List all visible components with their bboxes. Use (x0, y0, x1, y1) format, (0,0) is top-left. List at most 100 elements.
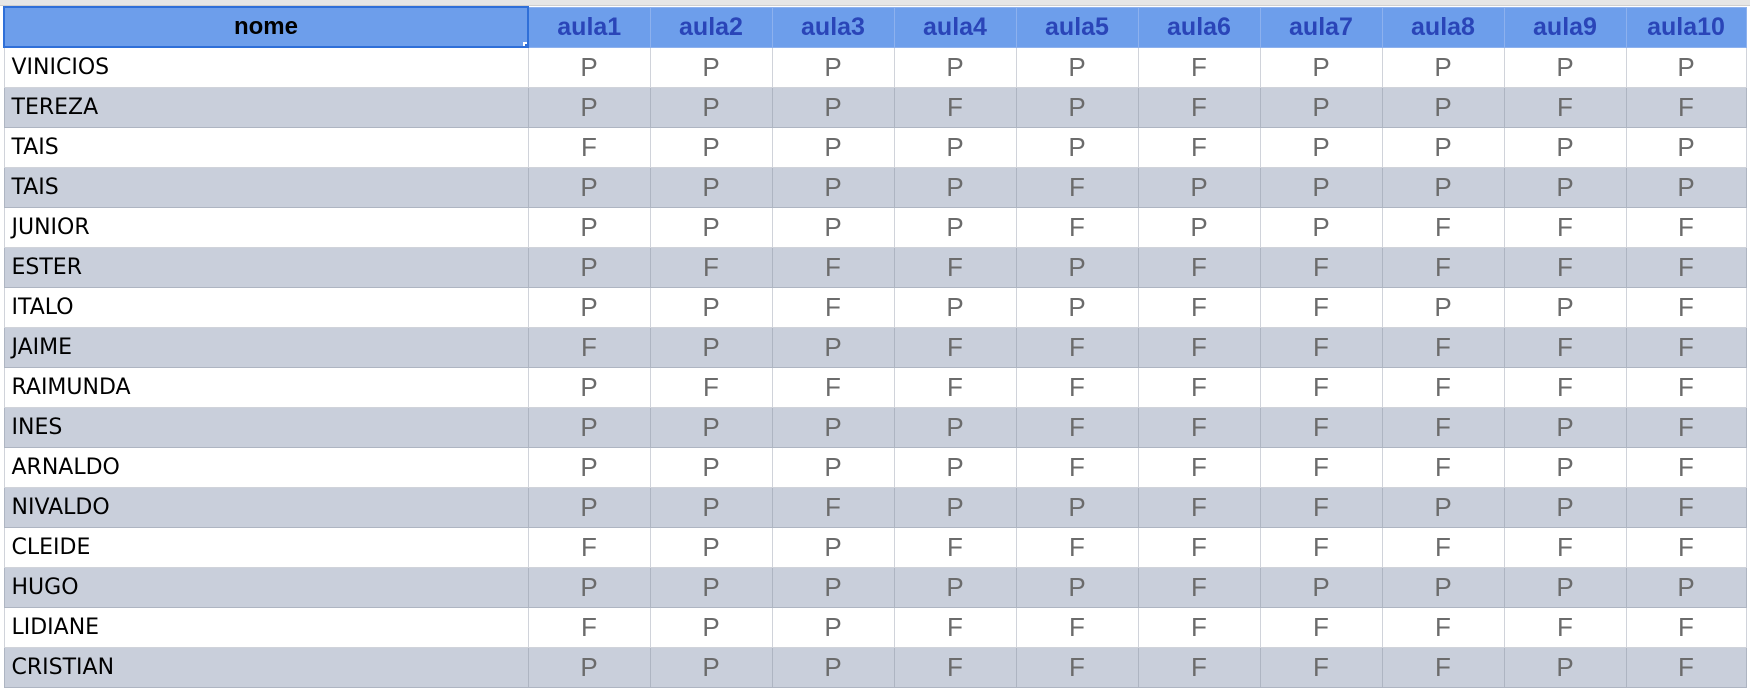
cell-attendance-aula5[interactable]: F (1015, 206, 1139, 248)
cell-attendance-aula8[interactable]: F (1381, 326, 1505, 368)
cell-attendance-aula9[interactable]: P (1503, 46, 1627, 88)
header-cell-aula6[interactable]: aula6 (1137, 6, 1261, 48)
cell-attendance-aula7[interactable]: F (1259, 646, 1383, 688)
cell-attendance-aula3[interactable]: P (771, 446, 895, 488)
cell-attendance-aula8[interactable]: F (1381, 526, 1505, 568)
cell-attendance-aula3[interactable]: P (771, 86, 895, 128)
cell-attendance-aula6[interactable]: F (1137, 646, 1261, 688)
cell-attendance-aula1[interactable]: P (527, 406, 651, 448)
cell-attendance-aula9[interactable]: F (1503, 326, 1627, 368)
cell-attendance-aula10[interactable]: F (1625, 526, 1747, 568)
cell-attendance-aula2[interactable]: P (649, 486, 773, 528)
cell-attendance-aula8[interactable]: P (1381, 46, 1505, 88)
cell-attendance-aula6[interactable]: F (1137, 286, 1261, 328)
header-cell-aula5[interactable]: aula5 (1015, 6, 1139, 48)
cell-attendance-aula4[interactable]: P (893, 126, 1017, 168)
cell-attendance-aula10[interactable]: F (1625, 206, 1747, 248)
cell-attendance-aula9[interactable]: F (1503, 246, 1627, 288)
cell-attendance-aula2[interactable]: P (649, 46, 773, 88)
header-cell-aula3[interactable]: aula3 (771, 6, 895, 48)
fill-handle[interactable] (523, 42, 526, 45)
cell-attendance-aula3[interactable]: P (771, 206, 895, 248)
cell-attendance-aula5[interactable]: P (1015, 486, 1139, 528)
cell-attendance-aula3[interactable]: P (771, 326, 895, 368)
cell-attendance-aula4[interactable]: F (893, 646, 1017, 688)
cell-name[interactable]: CRISTIAN (3, 646, 529, 688)
cell-attendance-aula1[interactable]: P (527, 286, 651, 328)
cell-name[interactable]: TAIS (3, 166, 529, 208)
cell-attendance-aula6[interactable]: F (1137, 366, 1261, 408)
cell-attendance-aula4[interactable]: F (893, 366, 1017, 408)
cell-attendance-aula7[interactable]: F (1259, 246, 1383, 288)
cell-attendance-aula5[interactable]: F (1015, 366, 1139, 408)
cell-attendance-aula1[interactable]: P (527, 86, 651, 128)
cell-attendance-aula3[interactable]: P (771, 646, 895, 688)
cell-name[interactable]: ARNALDO (3, 446, 529, 488)
cell-attendance-aula1[interactable]: P (527, 366, 651, 408)
cell-attendance-aula9[interactable]: P (1503, 646, 1627, 688)
cell-attendance-aula4[interactable]: P (893, 486, 1017, 528)
cell-attendance-aula8[interactable]: F (1381, 406, 1505, 448)
cell-attendance-aula6[interactable]: F (1137, 406, 1261, 448)
cell-attendance-aula8[interactable]: F (1381, 246, 1505, 288)
cell-attendance-aula1[interactable]: P (527, 486, 651, 528)
cell-attendance-aula2[interactable]: P (649, 566, 773, 608)
cell-attendance-aula10[interactable]: F (1625, 406, 1747, 448)
cell-attendance-aula1[interactable]: P (527, 46, 651, 88)
cell-attendance-aula3[interactable]: F (771, 286, 895, 328)
header-cell-aula8[interactable]: aula8 (1381, 6, 1505, 48)
cell-attendance-aula6[interactable]: P (1137, 166, 1261, 208)
cell-attendance-aula7[interactable]: F (1259, 606, 1383, 648)
cell-attendance-aula4[interactable]: P (893, 406, 1017, 448)
cell-attendance-aula8[interactable]: F (1381, 366, 1505, 408)
cell-attendance-aula10[interactable]: F (1625, 486, 1747, 528)
cell-attendance-aula6[interactable]: F (1137, 326, 1261, 368)
cell-attendance-aula7[interactable]: P (1259, 126, 1383, 168)
cell-attendance-aula5[interactable]: F (1015, 646, 1139, 688)
cell-attendance-aula7[interactable]: F (1259, 326, 1383, 368)
header-cell-aula1[interactable]: aula1 (527, 6, 651, 48)
cell-attendance-aula9[interactable]: P (1503, 286, 1627, 328)
cell-attendance-aula3[interactable]: P (771, 126, 895, 168)
cell-attendance-aula7[interactable]: P (1259, 566, 1383, 608)
cell-attendance-aula5[interactable]: P (1015, 86, 1139, 128)
cell-name[interactable]: RAIMUNDA (3, 366, 529, 408)
cell-attendance-aula10[interactable]: F (1625, 86, 1747, 128)
cell-attendance-aula10[interactable]: F (1625, 246, 1747, 288)
cell-attendance-aula5[interactable]: P (1015, 566, 1139, 608)
cell-attendance-aula5[interactable]: F (1015, 406, 1139, 448)
cell-attendance-aula7[interactable]: F (1259, 486, 1383, 528)
cell-attendance-aula7[interactable]: F (1259, 406, 1383, 448)
cell-name[interactable]: VINICIOS (3, 46, 529, 88)
cell-attendance-aula2[interactable]: P (649, 206, 773, 248)
cell-attendance-aula5[interactable]: F (1015, 446, 1139, 488)
cell-attendance-aula7[interactable]: P (1259, 206, 1383, 248)
cell-attendance-aula8[interactable]: F (1381, 206, 1505, 248)
header-cell-aula2[interactable]: aula2 (649, 6, 773, 48)
cell-attendance-aula1[interactable]: P (527, 166, 651, 208)
cell-attendance-aula1[interactable]: P (527, 246, 651, 288)
cell-attendance-aula4[interactable]: F (893, 86, 1017, 128)
cell-attendance-aula3[interactable]: P (771, 46, 895, 88)
cell-attendance-aula5[interactable]: F (1015, 606, 1139, 648)
cell-attendance-aula10[interactable]: P (1625, 126, 1747, 168)
cell-name[interactable]: JUNIOR (3, 206, 529, 248)
cell-attendance-aula9[interactable]: P (1503, 446, 1627, 488)
cell-attendance-aula4[interactable]: F (893, 606, 1017, 648)
cell-attendance-aula8[interactable]: F (1381, 446, 1505, 488)
cell-attendance-aula2[interactable]: P (649, 606, 773, 648)
cell-attendance-aula4[interactable]: F (893, 526, 1017, 568)
cell-attendance-aula9[interactable]: P (1503, 486, 1627, 528)
cell-attendance-aula3[interactable]: P (771, 566, 895, 608)
cell-attendance-aula10[interactable]: F (1625, 366, 1747, 408)
cell-attendance-aula10[interactable]: P (1625, 166, 1747, 208)
cell-name[interactable]: NIVALDO (3, 486, 529, 528)
cell-attendance-aula1[interactable]: P (527, 446, 651, 488)
cell-attendance-aula8[interactable]: P (1381, 86, 1505, 128)
cell-attendance-aula8[interactable]: P (1381, 566, 1505, 608)
cell-attendance-aula1[interactable]: P (527, 646, 651, 688)
cell-attendance-aula9[interactable]: P (1503, 166, 1627, 208)
cell-attendance-aula2[interactable]: P (649, 526, 773, 568)
cell-attendance-aula6[interactable]: F (1137, 46, 1261, 88)
header-cell-aula7[interactable]: aula7 (1259, 6, 1383, 48)
